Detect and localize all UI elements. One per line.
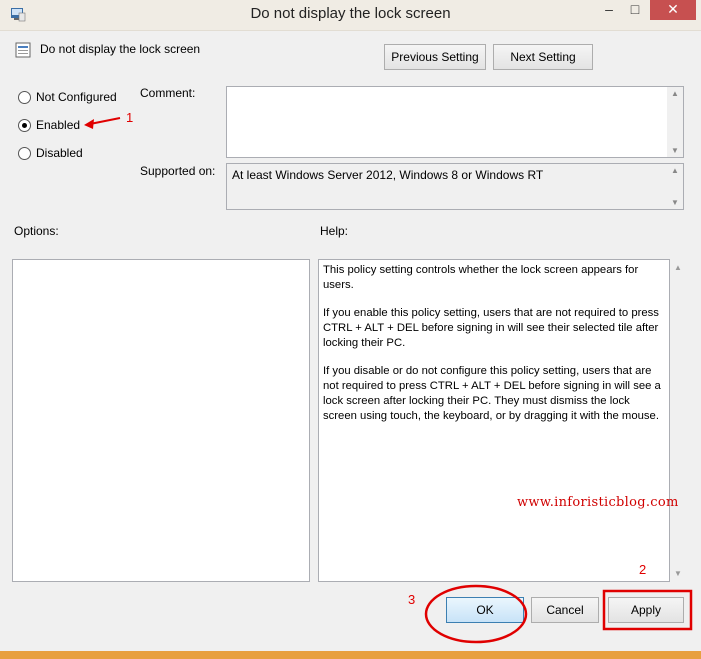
taskbar-strip	[0, 651, 701, 659]
annotation-arrow	[89, 117, 121, 125]
ok-highlight-circle	[424, 584, 528, 644]
apply-highlight-box	[602, 589, 693, 631]
arrow-head-icon	[84, 119, 94, 129]
annotation-step-3: 3	[408, 592, 416, 607]
annotation-step-2: 2	[639, 562, 647, 577]
annotation-overlay	[84, 117, 693, 644]
annotation-step-1: 1	[126, 110, 134, 125]
